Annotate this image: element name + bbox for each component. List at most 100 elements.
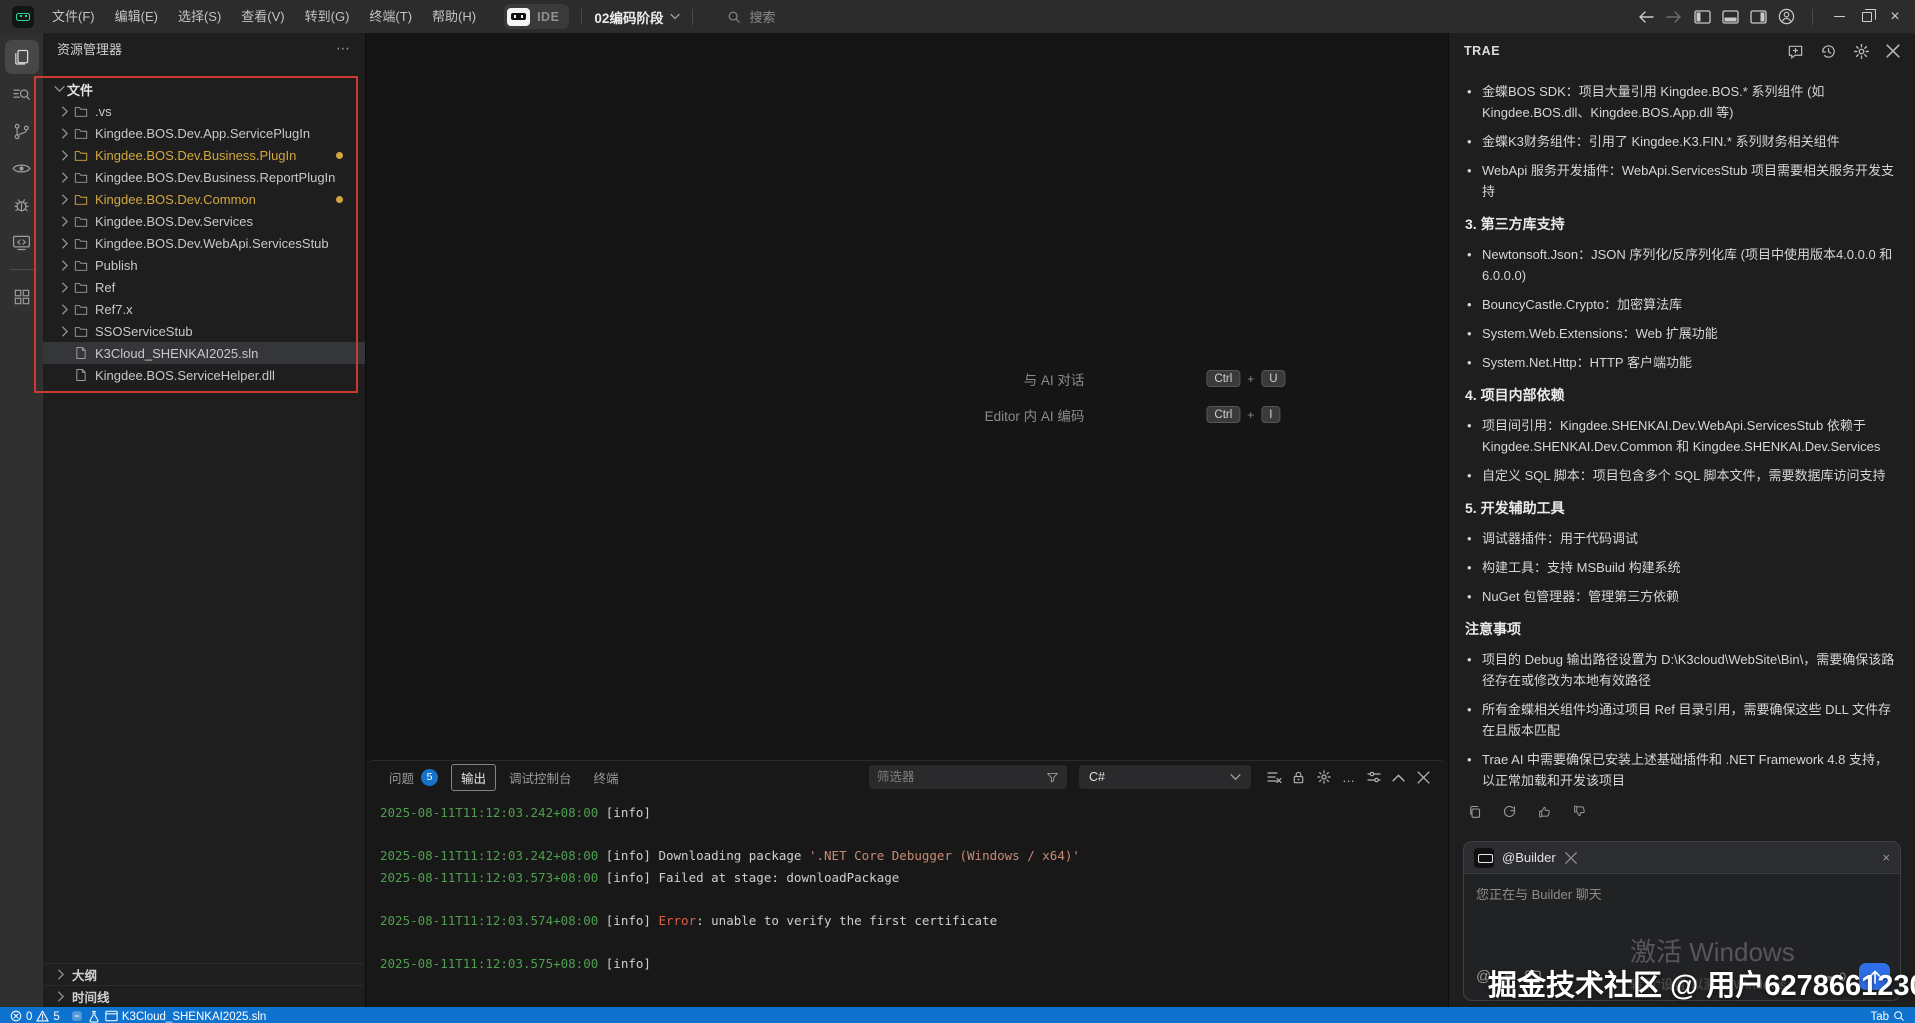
chevron-down-icon (670, 13, 680, 20)
search-panel-icon[interactable] (5, 77, 39, 111)
send-button[interactable] (1859, 963, 1890, 990)
maximize-panel-icon[interactable] (1386, 765, 1411, 789)
mention-at-icon[interactable]: @ (1476, 968, 1491, 985)
panel-tab-调试控制台[interactable]: 调试控制台 (500, 765, 581, 790)
window-restore-button[interactable] (1853, 3, 1881, 31)
solution-status[interactable]: K3Cloud_SHENKAI2025.sln (105, 1007, 266, 1023)
tree-row[interactable]: Kingdee.BOS.Dev.WebApi.ServicesStub (43, 232, 365, 254)
more-actions-icon[interactable]: … (1336, 765, 1361, 789)
activity-bar (0, 33, 43, 1007)
status-bar: 0 5 K3Cloud_SHENKAI2025.sln Tab (0, 1007, 1915, 1023)
panel-filter-settings-icon[interactable] (1361, 765, 1386, 789)
chevron-right-icon (57, 282, 73, 293)
problems-status[interactable]: 0 5 (10, 1007, 60, 1023)
global-search[interactable]: 搜索 (727, 7, 775, 26)
nav-forward-button[interactable] (1660, 3, 1688, 31)
tree-row[interactable]: 文件 (43, 78, 365, 100)
panel-tab-label: 输出 (461, 768, 486, 787)
source-control-icon[interactable] (5, 114, 39, 148)
thumbs-up-icon[interactable] (1537, 804, 1552, 819)
tree-row[interactable]: Ref7.x (43, 298, 365, 320)
chat-history-icon[interactable] (1820, 43, 1837, 60)
thumbs-down-icon[interactable] (1572, 804, 1587, 819)
menu-item-e[interactable]: 编辑(E) (105, 0, 168, 33)
remote-indicator[interactable] (71, 1007, 83, 1022)
chat-bullet-item: BouncyCastle.Crypto：加密算法库 (1465, 294, 1899, 315)
test-beaker-status[interactable] (88, 1007, 100, 1023)
panel-tab-问题[interactable]: 问题5 (380, 765, 447, 790)
trae-settings-gear-icon[interactable] (1853, 43, 1870, 60)
titlebar-separator-3 (1812, 9, 1813, 25)
chat-bullet-item: 自定义 SQL 脚本：项目包含多个 SQL 脚本文件，需要数据库访问支持 (1465, 465, 1899, 486)
builder-close-icon[interactable]: × (1882, 850, 1890, 865)
builder-input[interactable]: 您正在与 Builder 聊天 (1464, 874, 1900, 963)
folder-icon (73, 149, 89, 162)
folder-icon (73, 259, 89, 272)
remote-window-icon[interactable] (5, 225, 39, 259)
clear-output-icon[interactable] (1261, 765, 1286, 789)
panel-settings-gear-icon[interactable] (1311, 765, 1336, 789)
tree-row[interactable]: Kingdee.BOS.Dev.App.ServicePlugIn (43, 122, 365, 144)
regenerate-icon[interactable] (1502, 804, 1517, 819)
account-icon[interactable] (1772, 3, 1800, 31)
tree-item-label: 文件 (67, 80, 93, 99)
chevron-right-icon (57, 172, 73, 183)
preview-eye-icon[interactable] (5, 151, 39, 185)
lock-scroll-icon[interactable] (1286, 765, 1311, 789)
sidebar-section-label: 时间线 (72, 987, 110, 1006)
menu-item-s[interactable]: 选择(S) (168, 0, 231, 33)
tree-row[interactable]: Kingdee.BOS.Dev.Business.ReportPlugIn (43, 166, 365, 188)
window-minimize-button[interactable] (1825, 3, 1853, 31)
folder-icon (73, 325, 89, 338)
output-log[interactable]: 2025-08-11T11:12:03.242+08:00 [info] 202… (366, 793, 1448, 1007)
chat-bullet-item: 金蝶BOS SDK：项目大量引用 Kingdee.BOS.* 系列组件 (如 K… (1465, 81, 1899, 123)
menu-item-g[interactable]: 转到(G) (295, 0, 360, 33)
editor-area[interactable]: 与 AI 对话Ctrl+UEditor 内 AI 编码Ctrl+I (366, 33, 1448, 760)
output-channel-select[interactable]: C# (1079, 765, 1251, 789)
nav-back-button[interactable] (1632, 3, 1660, 31)
panel-tab-输出[interactable]: 输出 (451, 764, 496, 791)
tree-row[interactable]: Publish (43, 254, 365, 276)
tree-row[interactable]: Kingdee.BOS.Dev.Business.PlugIn (43, 144, 365, 166)
tree-row[interactable]: SSOServiceStub (43, 320, 365, 342)
new-chat-icon[interactable] (1787, 43, 1804, 60)
stage-selector[interactable]: 02编码阶段 (594, 7, 680, 27)
plus-sign: + (1247, 372, 1254, 386)
builder-tools-icon[interactable] (1564, 851, 1578, 865)
copy-icon[interactable] (1467, 804, 1482, 819)
toggle-sidebar-button[interactable] (1688, 3, 1716, 31)
ai-shortcut-hints: 与 AI 对话Ctrl+UEditor 内 AI 编码Ctrl+I (884, 369, 1285, 425)
tab-focus-mode[interactable]: Tab (1870, 1007, 1905, 1023)
menu-item-t[interactable]: 终端(T) (359, 0, 422, 33)
window-close-button[interactable]: × (1881, 3, 1909, 31)
chevron-right-icon (57, 260, 73, 271)
output-filter-box[interactable] (869, 765, 1067, 789)
explorer-icon[interactable] (5, 40, 39, 74)
close-panel-icon[interactable] (1411, 765, 1436, 789)
debug-bug-icon[interactable] (5, 188, 39, 222)
tree-row[interactable]: Kingdee.BOS.Dev.Services (43, 210, 365, 232)
tree-row[interactable]: K3Cloud_SHENKAI2025.sln (43, 342, 365, 364)
attach-image-icon[interactable] (1525, 970, 1541, 984)
sidebar-section-timeline[interactable]: 时间线 (43, 985, 365, 1007)
explorer-more-icon[interactable]: ⋯ (336, 40, 351, 57)
filter-input[interactable] (877, 770, 1046, 784)
menu-item-v[interactable]: 查看(V) (231, 0, 294, 33)
toggle-right-panel-button[interactable] (1744, 3, 1772, 31)
close-trae-panel-icon[interactable] (1886, 44, 1900, 58)
trae-chat-content[interactable]: 金蝶BOS SDK：项目大量引用 Kingdee.BOS.* 系列组件 (如 K… (1449, 69, 1915, 833)
menu-item-h[interactable]: 帮助(H) (422, 0, 486, 33)
panel-tab-终端[interactable]: 终端 (585, 765, 628, 790)
tree-row[interactable]: Kingdee.BOS.ServiceHelper.dll (43, 364, 365, 386)
apps-grid-icon[interactable] (5, 280, 39, 314)
sidebar-section-outline[interactable]: 大纲 (43, 963, 365, 985)
tree-item-label: K3Cloud_SHENKAI2025.sln (95, 346, 258, 361)
explorer-title: 资源管理器 (57, 39, 122, 58)
menu-item-f[interactable]: 文件(F) (42, 0, 105, 33)
tree-row[interactable]: Ref (43, 276, 365, 298)
tree-row[interactable]: Kingdee.BOS.Dev.Common (43, 188, 365, 210)
toggle-panel-button[interactable] (1716, 3, 1744, 31)
tree-row[interactable]: .vs (43, 100, 365, 122)
hash-command-icon[interactable]: # (1504, 969, 1512, 985)
ide-mode-badge[interactable]: IDE (504, 4, 569, 29)
